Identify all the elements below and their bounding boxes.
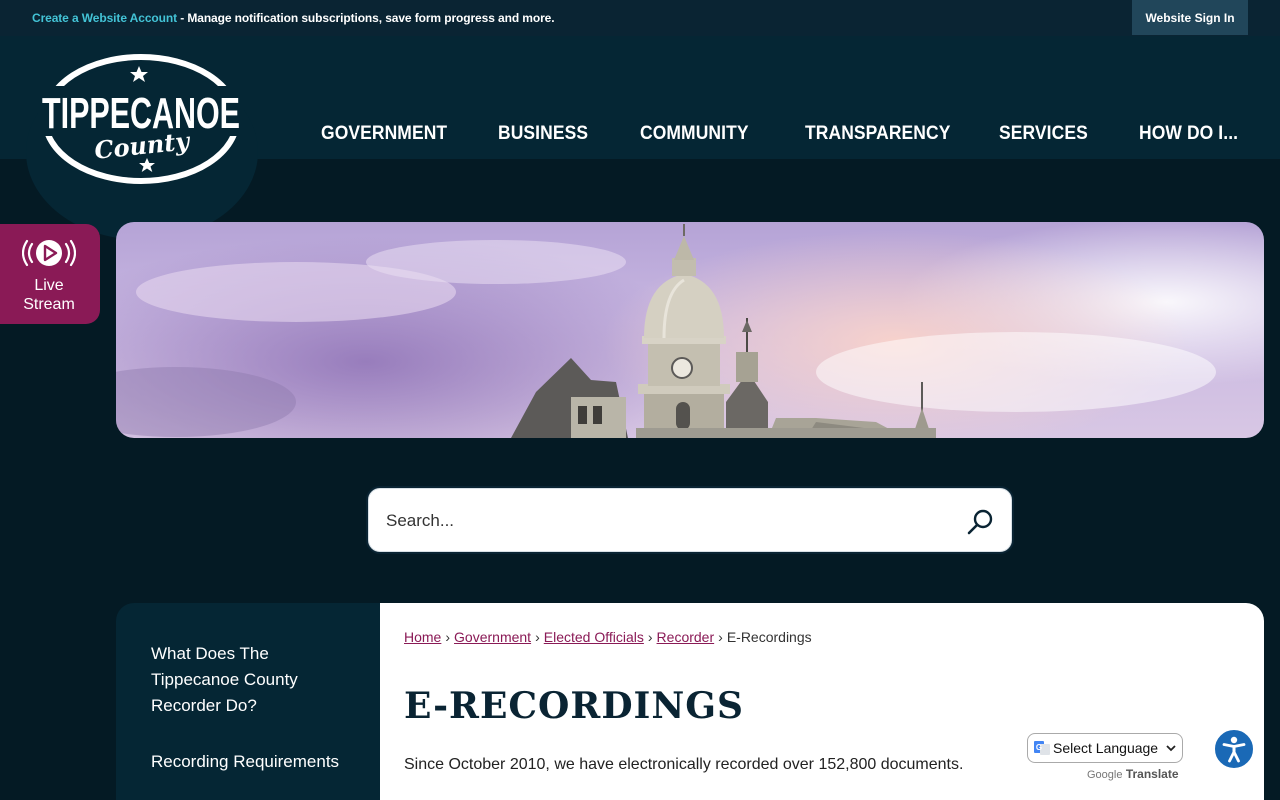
- language-select[interactable]: G Select Language: [1027, 733, 1183, 763]
- breadcrumb-separator: ›: [647, 629, 653, 645]
- language-select-label: Select Language: [1053, 740, 1159, 756]
- live-stream-line1: Live: [34, 277, 64, 294]
- nav-government[interactable]: GOVERNMENT: [321, 123, 447, 145]
- breadcrumb-separator: ›: [445, 629, 451, 645]
- create-account-link[interactable]: Create a Website Account: [32, 11, 177, 25]
- tippecanoe-county-logo[interactable]: TIPPECANOE County: [38, 50, 244, 188]
- sidenav-item-what-does-recorder-do[interactable]: What Does The Tippecanoe County Recorder…: [151, 641, 351, 719]
- breadcrumb-separator: ›: [718, 629, 723, 645]
- top-utility-bar: Create a Website Account - Manage notifi…: [0, 0, 1280, 36]
- google-translate-icon: G: [1034, 741, 1050, 755]
- svg-text:G: G: [1036, 743, 1042, 752]
- live-stream-label: Live Stream: [0, 276, 98, 314]
- breadcrumb-current: E-Recordings: [726, 629, 812, 645]
- breadcrumb-home[interactable]: Home: [404, 629, 441, 645]
- breadcrumb: Home › Government › Elected Officials › Record…: [404, 629, 812, 645]
- breadcrumb-separator: ›: [535, 629, 540, 645]
- account-message: Create a Website Account - Manage notifi…: [32, 11, 555, 25]
- intro-paragraph: Since October 2010, we have electronical…: [404, 756, 964, 773]
- accessibility-icon: [1222, 736, 1246, 763]
- powered-by-google-translate[interactable]: Google Translate: [1087, 767, 1179, 781]
- courthouse-banner-image: [116, 222, 1264, 438]
- search-button[interactable]: [962, 504, 998, 540]
- website-sign-in-button[interactable]: Website Sign In: [1132, 0, 1248, 35]
- google-translate-widget: G Select Language Google Translate: [1027, 733, 1183, 785]
- chevron-down-icon: [1166, 745, 1176, 752]
- nav-transparency[interactable]: TRANSPARENCY: [805, 123, 950, 145]
- live-stream-line2: Stream: [23, 296, 75, 313]
- search-input[interactable]: [386, 506, 946, 536]
- breadcrumb-elected-officials[interactable]: Elected Officials: [544, 629, 644, 645]
- sidenav-item-recording-requirements[interactable]: Recording Requirements: [151, 749, 351, 775]
- live-stream-button[interactable]: Live Stream: [0, 224, 100, 324]
- live-stream-play-icon: [22, 239, 76, 267]
- nav-community[interactable]: COMMUNITY: [640, 123, 749, 145]
- nav-services[interactable]: SERVICES: [999, 123, 1088, 145]
- breadcrumb-recorder[interactable]: Recorder: [657, 629, 715, 645]
- nav-business[interactable]: BUSINESS: [498, 123, 588, 145]
- accessibility-button[interactable]: [1213, 728, 1255, 770]
- page-title: E-RECORDINGS: [404, 685, 745, 727]
- nav-how-do-i[interactable]: HOW DO I...: [1139, 123, 1238, 145]
- site-search: [366, 486, 1014, 554]
- search-icon: [967, 509, 993, 535]
- translate-word: Translate: [1125, 767, 1179, 781]
- breadcrumb-government[interactable]: Government: [454, 629, 531, 645]
- account-message-text: - Manage notification subscriptions, sav…: [176, 11, 555, 25]
- recorder-side-navigation: What Does The Tippecanoe County Recorder…: [116, 603, 380, 800]
- google-wordmark: Google: [1087, 769, 1123, 781]
